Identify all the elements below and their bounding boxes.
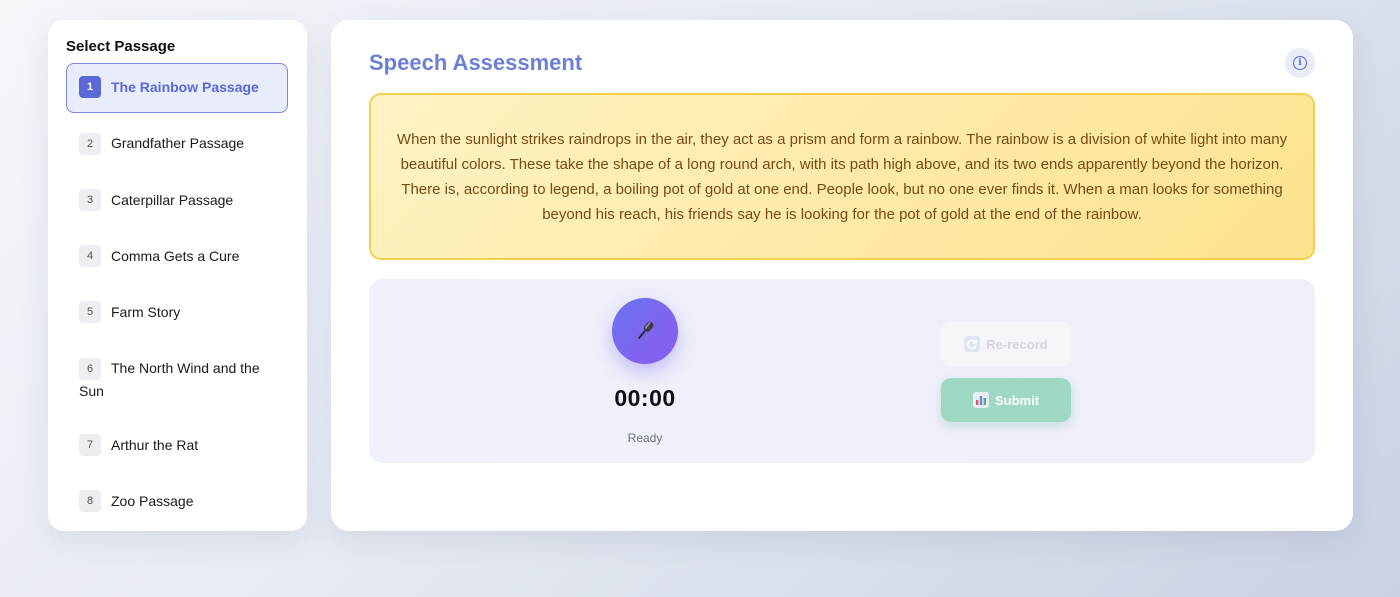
passage-sidebar: Select Passage 1 The Rainbow Passage 2 Gra…	[48, 20, 307, 531]
info-icon: i	[1293, 56, 1307, 70]
passage-text: When the sunlight strikes raindrops in t…	[396, 130, 1288, 223]
microphone-icon	[638, 321, 654, 339]
passage-item-arthur[interactable]: 7 Arthur the Rat	[66, 421, 288, 471]
passage-label: Grandfather Passage	[111, 135, 245, 152]
record-button[interactable]	[612, 298, 678, 364]
passage-label: Comma Gets a Cure	[111, 247, 240, 264]
passage-label: Arthur the Rat	[111, 436, 199, 453]
passage-item-zoo[interactable]: 8 Zoo Passage	[66, 477, 288, 527]
page-title: Speech Assessment	[369, 50, 583, 75]
passage-label: Caterpillar Passage	[111, 191, 234, 208]
passage-number: 6	[79, 357, 101, 380]
passage-number: 8	[79, 490, 101, 513]
passage-item-comma[interactable]: 4 Comma Gets a Cure	[66, 232, 288, 282]
passage-text-box: When the sunlight strikes raindrops in t…	[369, 93, 1315, 260]
recording-status: Ready	[627, 431, 663, 445]
passage-item-rainbow[interactable]: 1 The Rainbow Passage	[66, 63, 288, 114]
passage-label: The North Wind and the Sun	[79, 360, 260, 399]
passage-number: 2	[79, 132, 101, 155]
submit-label: Submit	[994, 392, 1040, 408]
passage-number: 1	[79, 76, 101, 99]
rerecord-button[interactable]: Re-record	[941, 322, 1071, 366]
passage-item-farm[interactable]: 5 Farm Story	[66, 288, 288, 338]
sidebar-title: Select Passage	[66, 38, 176, 55]
passage-number: 7	[79, 434, 101, 457]
info-button[interactable]: i	[1285, 48, 1315, 78]
recording-panel: 00:00 Ready Re-record Submit	[369, 279, 1315, 463]
submit-button[interactable]: Submit	[941, 378, 1071, 422]
bar-chart-icon	[972, 392, 989, 408]
passage-item-grandfather[interactable]: 2 Grandfather Passage	[66, 119, 288, 169]
passage-label: Zoo Passage	[111, 493, 194, 510]
passage-label: The Rainbow Passage	[111, 79, 259, 95]
passage-item-caterpillar[interactable]: 3 Caterpillar Passage	[66, 176, 288, 226]
passage-label: Farm Story	[111, 304, 181, 321]
refresh-icon	[964, 336, 981, 352]
passage-number: 3	[79, 188, 101, 211]
passage-number: 4	[79, 245, 101, 268]
passage-item-north-wind[interactable]: 6 The North Wind and the Sun	[66, 344, 288, 414]
recording-timer: 00:00	[614, 385, 676, 411]
assessment-panel: Speech Assessment i When the sunlight st…	[331, 20, 1353, 531]
passage-number: 5	[79, 301, 101, 324]
rerecord-label: Re-record	[986, 336, 1048, 352]
passage-list: 1 The Rainbow Passage 2 Grandfather Passag…	[66, 63, 289, 527]
